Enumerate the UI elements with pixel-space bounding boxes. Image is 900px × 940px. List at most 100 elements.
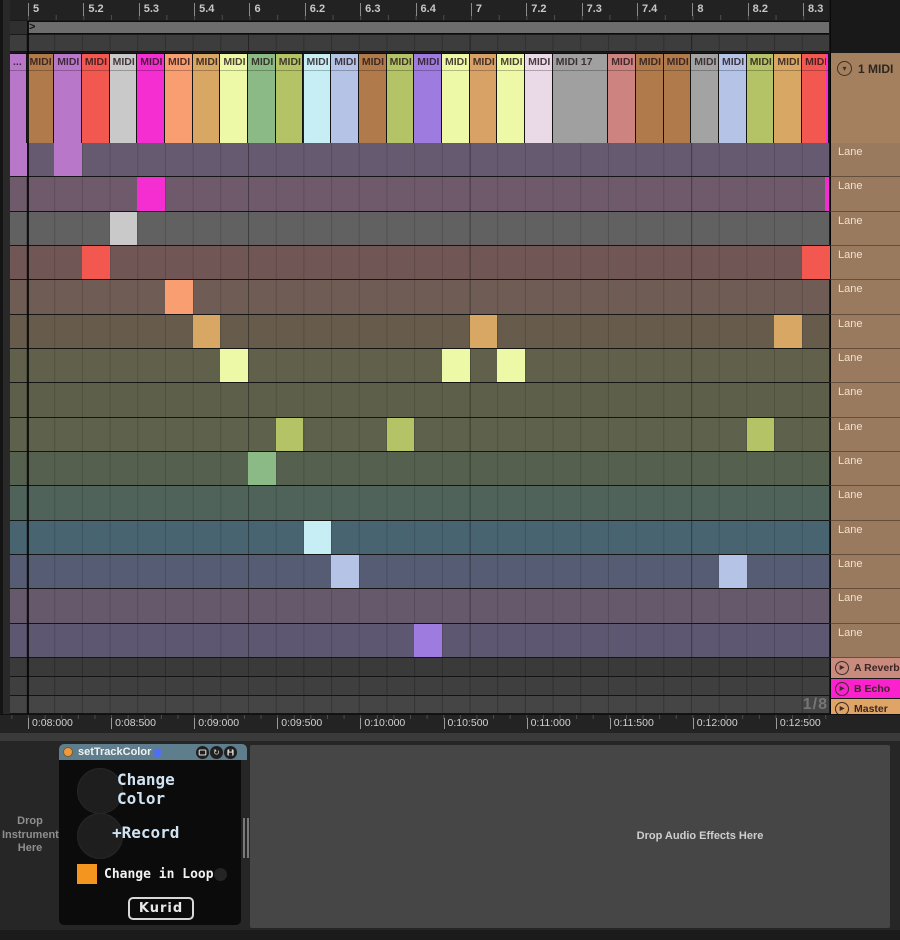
midi-clip[interactable]: MIDI: [497, 54, 525, 144]
take-lane-clip-partial[interactable]: [10, 143, 27, 176]
midi-clip[interactable]: MIDI: [27, 54, 55, 144]
midi-clip[interactable]: MIDI: [137, 54, 165, 144]
take-lane-clip[interactable]: [220, 349, 248, 382]
midi-clip[interactable]: MIDI: [470, 54, 498, 144]
return-track-header[interactable]: ▶A Reverb0: [830, 658, 900, 678]
midi-clip[interactable]: MIDI: [193, 54, 221, 144]
take-lane-clip[interactable]: [110, 212, 138, 245]
midi-clip[interactable]: MIDI: [414, 54, 442, 144]
device-title-bar[interactable]: setTrackColor ↻: [59, 744, 247, 760]
midi-clip[interactable]: MIDI: [54, 54, 82, 144]
play-icon[interactable]: ▶: [835, 682, 849, 696]
take-lane[interactable]: [10, 143, 829, 177]
track-header[interactable]: ▾ 1 MIDI: [830, 53, 900, 143]
midi-clip[interactable]: MIDI: [719, 54, 747, 144]
take-lane-clip[interactable]: [442, 349, 470, 382]
midi-clip[interactable]: MIDI: [442, 54, 470, 144]
take-lane-clip[interactable]: [497, 349, 525, 382]
take-lane-clip[interactable]: [802, 246, 830, 279]
take-lane-clip[interactable]: [747, 418, 775, 451]
midi-clip[interactable]: MIDI: [664, 54, 692, 144]
lane-header[interactable]: Lane: [830, 212, 900, 246]
take-lane-clip[interactable]: [276, 418, 304, 451]
midi-clip[interactable]: MIDI: [82, 54, 110, 144]
lane-header[interactable]: Lane: [830, 555, 900, 589]
midi-clip[interactable]: MIDI: [608, 54, 636, 144]
lane-header[interactable]: Lane: [830, 177, 900, 211]
take-lane-clip[interactable]: [470, 315, 498, 348]
midi-clip[interactable]: MIDI: [165, 54, 193, 144]
return-track-row[interactable]: [10, 677, 829, 696]
change-in-loop-toggle[interactable]: [77, 864, 97, 884]
midi-clip[interactable]: MIDI: [747, 54, 775, 144]
lane-header[interactable]: Lane: [830, 486, 900, 520]
lane-header[interactable]: Lane: [830, 280, 900, 314]
device-sync-icon[interactable]: ↻: [210, 746, 223, 759]
lane-header[interactable]: Lane: [830, 143, 900, 177]
lane-header[interactable]: Lane: [830, 315, 900, 349]
take-lane[interactable]: [10, 315, 829, 349]
take-lane[interactable]: [10, 624, 829, 658]
take-lane[interactable]: [10, 555, 829, 589]
take-lane[interactable]: [10, 177, 829, 211]
take-lane-clip[interactable]: [387, 418, 415, 451]
midi-clip[interactable]: MIDI: [387, 54, 415, 144]
drop-audio-effects-zone[interactable]: Drop Audio Effects Here: [250, 745, 890, 928]
take-lane-clip[interactable]: [165, 280, 193, 313]
take-lane[interactable]: [10, 349, 829, 383]
scrub-row[interactable]: [10, 35, 829, 52]
take-lane[interactable]: [10, 589, 829, 623]
midi-clip[interactable]: MIDI 17: [553, 54, 608, 144]
midi-clip[interactable]: MIDI: [691, 54, 719, 144]
take-lane-clip[interactable]: [304, 521, 332, 554]
midi-clip[interactable]: MIDI: [110, 54, 138, 144]
lane-header[interactable]: Lane: [830, 246, 900, 280]
midi-clip[interactable]: MIDI: [248, 54, 276, 144]
loop-toggle-led[interactable]: [214, 868, 227, 881]
take-lane-clip[interactable]: [331, 555, 359, 588]
drop-instrument-zone[interactable]: Drop Instrument Here: [2, 815, 58, 856]
take-lane[interactable]: [10, 486, 829, 520]
midi-clip[interactable]: MIDI: [636, 54, 664, 144]
take-lane[interactable]: [10, 212, 829, 246]
lane-header[interactable]: Lane: [830, 349, 900, 383]
midi-clip-partial[interactable]: [826, 54, 830, 144]
midi-clip[interactable]: MIDI: [774, 54, 802, 144]
midi-clip[interactable]: MIDI: [304, 54, 332, 144]
lane-header[interactable]: Lane: [830, 521, 900, 555]
lane-header[interactable]: Lane: [830, 383, 900, 417]
take-lane-clip[interactable]: [248, 452, 276, 485]
take-lane-clip[interactable]: [54, 143, 82, 176]
take-lane[interactable]: [10, 521, 829, 555]
midi-clip-partial[interactable]: ...: [10, 54, 27, 144]
beat-ruler[interactable]: 55.25.35.466.26.36.477.27.37.488.28.3: [0, 0, 829, 20]
time-ruler[interactable]: 0:08:0000:08:5000:09:0000:09:5000:10:000…: [0, 714, 900, 733]
take-lane[interactable]: [10, 452, 829, 486]
take-lane-clip[interactable]: [774, 315, 802, 348]
device-dialog-icon[interactable]: [196, 746, 209, 759]
midi-clip[interactable]: MIDI: [331, 54, 359, 144]
take-lane[interactable]: [10, 418, 829, 452]
unfold-track-icon[interactable]: ▾: [837, 61, 852, 76]
take-lane-clip[interactable]: [193, 315, 221, 348]
return-track-header[interactable]: ▶B Echo: [830, 679, 900, 698]
take-lane[interactable]: [10, 383, 829, 417]
midi-clip[interactable]: MIDI: [359, 54, 387, 144]
lane-header[interactable]: Lane: [830, 624, 900, 658]
midi-clip[interactable]: MIDI: [525, 54, 553, 144]
panel-divider-handle[interactable]: [243, 818, 249, 858]
take-lane-clip-partial[interactable]: [825, 177, 830, 210]
take-lane-clip[interactable]: [82, 246, 110, 279]
take-lane[interactable]: [10, 280, 829, 314]
lane-header[interactable]: Lane: [830, 589, 900, 623]
start-marker[interactable]: >: [29, 21, 35, 34]
take-lane-clip[interactable]: [414, 624, 442, 657]
return-track-row[interactable]: [10, 658, 829, 677]
take-lane-clip[interactable]: [137, 177, 165, 210]
return-track-row[interactable]: [10, 696, 829, 714]
take-lane-clip[interactable]: [719, 555, 747, 588]
device-save-icon[interactable]: [224, 746, 237, 759]
loop-scrub-bar[interactable]: >: [28, 21, 829, 34]
midi-clip[interactable]: MIDI: [276, 54, 304, 144]
lane-header[interactable]: Lane: [830, 452, 900, 486]
